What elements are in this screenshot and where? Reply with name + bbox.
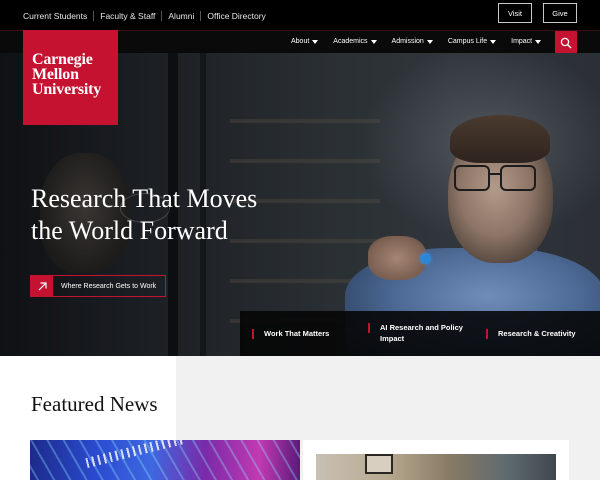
- link-alumni[interactable]: Alumni: [168, 11, 194, 21]
- utility-bar: Current Students Faculty & Staff Alumni …: [0, 0, 600, 30]
- glasses-lens: [454, 165, 490, 191]
- utility-links: Current Students Faculty & Staff Alumni …: [23, 11, 266, 21]
- hero-person-glasses: [454, 165, 540, 195]
- hero-quick-links: Work That Matters AI Research and Policy…: [240, 311, 600, 356]
- chevron-down-icon: [426, 39, 433, 44]
- nav-item-label: About: [291, 38, 310, 45]
- featured-news-section: Featured News: [0, 356, 600, 480]
- accent-bar: [368, 323, 370, 333]
- link-current-students[interactable]: Current Students: [23, 11, 87, 21]
- chevron-down-icon: [490, 39, 497, 44]
- nav-item-impact[interactable]: Impact: [511, 38, 542, 45]
- news-card-image: [316, 454, 556, 480]
- link-office-directory[interactable]: Office Directory: [207, 11, 265, 21]
- hero-cta-label: Where Research Gets to Work: [61, 282, 157, 290]
- arrow-up-right-icon: [31, 276, 53, 296]
- divider: [161, 11, 163, 21]
- accent-bar: [252, 329, 254, 339]
- link-faculty-staff[interactable]: Faculty & Staff: [100, 11, 155, 21]
- hero-person-hand: [368, 236, 426, 280]
- chevron-down-icon: [370, 39, 377, 44]
- news-card-image[interactable]: [30, 440, 300, 480]
- quick-link-research-creativity[interactable]: Research & Creativity: [486, 328, 576, 339]
- logo-line-2: Mellon: [32, 66, 79, 83]
- divider: [93, 11, 95, 21]
- quick-link-label: Work That Matters: [264, 329, 330, 338]
- featured-news-heading: Featured News: [31, 392, 158, 416]
- divider: [200, 11, 202, 21]
- search-icon: [560, 37, 572, 48]
- give-button[interactable]: Give: [543, 3, 577, 23]
- hero-title-line-2: the World Forward: [31, 216, 228, 245]
- hero-title: Research That Moves the World Forward: [31, 183, 331, 247]
- nav-item-academics[interactable]: Academics: [333, 38, 377, 45]
- nav-item-label: Admission: [391, 38, 424, 45]
- accent-bar: [486, 329, 488, 339]
- logo-line-1: Carnegie: [32, 51, 93, 68]
- nav-item-label: Impact: [511, 38, 533, 45]
- chevron-down-icon: [535, 39, 542, 44]
- glasses-lens: [500, 165, 536, 191]
- page: Current Students Faculty & Staff Alumni …: [0, 0, 600, 480]
- marker-pen: [420, 253, 431, 264]
- quick-link-label: Research & Creativity: [498, 329, 576, 338]
- hero-cta-button[interactable]: Where Research Gets to Work: [30, 275, 167, 297]
- logo-wordmark: Carnegie Mellon University: [32, 51, 102, 98]
- search-button[interactable]: [555, 31, 577, 54]
- quick-link-work-that-matters[interactable]: Work That Matters: [252, 328, 329, 339]
- cmu-logo[interactable]: Carnegie Mellon University: [23, 30, 118, 125]
- glasses-bridge: [490, 173, 500, 175]
- news-card[interactable]: [303, 440, 569, 480]
- hero-title-line-1: Research That Moves: [31, 184, 258, 213]
- utility-buttons: Visit Give: [498, 3, 577, 23]
- nav-item-admission[interactable]: Admission: [392, 38, 433, 45]
- card-image-frame: [365, 454, 393, 474]
- nav-item-campus-life[interactable]: Campus Life: [447, 38, 497, 45]
- nav-menu: About Academics Admission Campus Life Im…: [291, 38, 542, 45]
- visit-button[interactable]: Visit: [498, 3, 532, 23]
- chevron-down-icon: [312, 39, 319, 44]
- nav-item-about[interactable]: About: [291, 38, 319, 45]
- quick-link-ai-research[interactable]: AI Research and Policy Impact: [368, 322, 478, 344]
- logo-line-3: University: [32, 81, 102, 98]
- nav-item-label: Campus Life: [447, 38, 488, 45]
- hero-person-hair: [450, 115, 550, 163]
- quick-link-label: AI Research and Policy Impact: [380, 323, 463, 343]
- nav-item-label: Academics: [333, 38, 368, 45]
